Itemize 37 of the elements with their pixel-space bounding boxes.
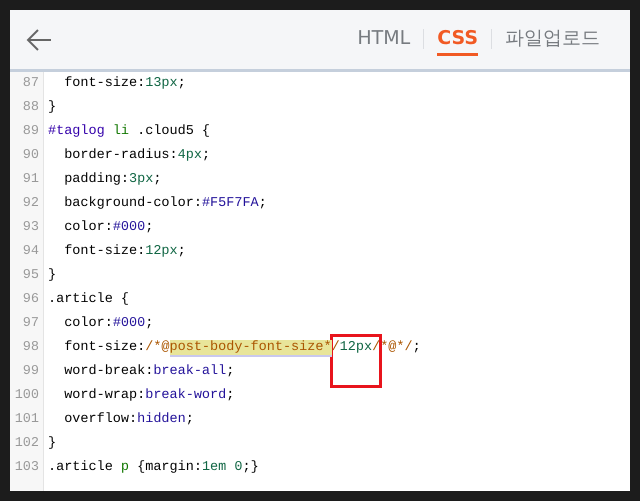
code-line: font-size:12px; [63, 243, 186, 261]
code-line: .article p {margin:1em 0;} [47, 459, 259, 477]
line-number: 98 [10, 336, 44, 360]
line-number: 103 [10, 456, 44, 480]
code-line: } [47, 267, 56, 285]
line-number: 87 [10, 72, 44, 96]
line-number: 100 [10, 384, 44, 408]
line-number: 101 [10, 408, 44, 432]
code-line: background-color:#F5F7FA; [63, 195, 267, 213]
line-number: 93 [10, 216, 44, 240]
code-line: padding:3px; [63, 171, 162, 189]
code-line: .article { [47, 291, 130, 309]
line-number: 92 [10, 192, 44, 216]
line-number: 88 [10, 96, 44, 120]
code-line: font-size:13px; [63, 75, 186, 93]
code-line: overflow:hidden; [63, 411, 194, 429]
code-line: } [47, 99, 56, 117]
tab[interactable]: 파일업로드 [505, 23, 600, 56]
line-number: 89 [10, 120, 44, 144]
line-number: 102 [10, 432, 44, 456]
tab[interactable]: CSS [437, 23, 478, 56]
code-line: color:#000; [63, 315, 154, 333]
line-number: 94 [10, 240, 44, 264]
line-number: 99 [10, 360, 44, 384]
line-number: 95 [10, 264, 44, 288]
line-number: 91 [10, 168, 44, 192]
back-arrow-icon[interactable] [26, 28, 52, 52]
code-line: } [47, 435, 56, 453]
line-number: 96 [10, 288, 44, 312]
code-line: color:#000; [63, 219, 154, 237]
code-line: word-break:break-all; [63, 363, 234, 381]
code-line: word-wrap:break-word; [63, 387, 234, 405]
line-number: 97 [10, 312, 44, 336]
tab[interactable]: HTML [357, 23, 410, 56]
line-number: 90 [10, 144, 44, 168]
code-line: border-radius:4px; [63, 147, 210, 165]
code-line: #taglog li .cloud5 { [47, 123, 210, 141]
